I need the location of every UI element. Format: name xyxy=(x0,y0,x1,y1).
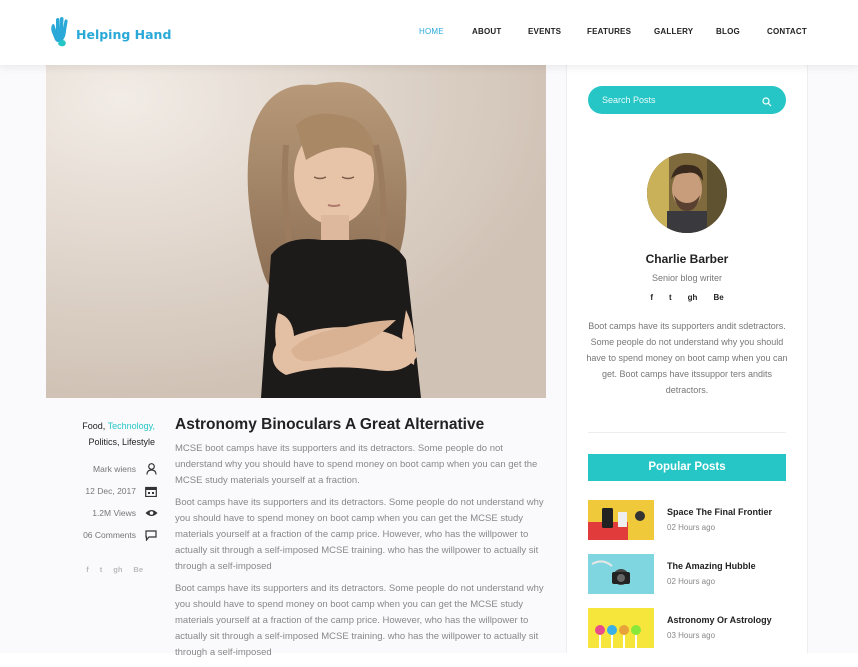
github-icon[interactable]: gh xyxy=(688,293,698,302)
post-thumbnail[interactable] xyxy=(588,554,654,594)
post-paragraph: MCSE boot camps have its supporters and … xyxy=(175,443,538,486)
popular-post-time: 02 Hours ago xyxy=(667,577,716,586)
facebook-icon[interactable]: f xyxy=(86,565,89,574)
search-icon[interactable] xyxy=(762,94,772,112)
post-paragraph: Boot camps have its supporters and its d… xyxy=(175,497,544,572)
post-share-social: f t gh Be xyxy=(86,565,143,574)
nav-home[interactable]: HOME xyxy=(419,27,444,36)
post-featured-image[interactable] xyxy=(46,65,546,398)
main-nav: HOME ABOUT EVENTS FEATURES GALLERY BLOG … xyxy=(0,27,858,39)
post-thumbnail[interactable] xyxy=(588,608,654,648)
meta-date-text: 12 Dec, 2017 xyxy=(85,486,136,496)
category-technology[interactable]: Technology, xyxy=(108,421,155,431)
sidebar: Charlie Barber Senior blog writer f t gh… xyxy=(566,65,808,653)
twitter-icon[interactable]: t xyxy=(100,565,103,574)
popular-post-time: 03 Hours ago xyxy=(667,631,716,640)
meta-views-text: 1.2M Views xyxy=(92,508,136,518)
post-thumbnail[interactable] xyxy=(588,500,654,540)
search-input[interactable] xyxy=(600,94,754,106)
behance-icon[interactable]: Be xyxy=(713,293,723,302)
nav-contact[interactable]: CONTACT xyxy=(767,27,807,36)
popular-posts-heading: Popular Posts xyxy=(588,454,786,481)
meta-author-text: Mark wiens xyxy=(93,464,136,474)
popular-post-title[interactable]: Astronomy Or Astrology xyxy=(667,615,772,625)
post-title[interactable]: Astronomy Binoculars A Great Alternative xyxy=(175,416,547,434)
nav-features[interactable]: FEATURES xyxy=(587,27,631,36)
meta-author[interactable]: Mark wiens xyxy=(46,462,158,476)
meta-comments-text: 06 Comments xyxy=(83,530,136,540)
search-box xyxy=(588,86,786,114)
comment-icon xyxy=(144,529,158,541)
eye-icon xyxy=(144,509,158,517)
popular-post-time: 02 Hours ago xyxy=(667,523,716,532)
meta-date[interactable]: 12 Dec, 2017 xyxy=(46,484,158,498)
popular-post-item[interactable]: Space The Final Frontier 02 Hours ago xyxy=(588,500,786,540)
popular-post-item[interactable]: The Amazing Hubble 02 Hours ago xyxy=(588,554,786,594)
nav-blog[interactable]: BLOG xyxy=(716,27,740,36)
category-lifestyle[interactable]: Lifestyle xyxy=(122,437,155,447)
nav-about[interactable]: ABOUT xyxy=(472,27,501,36)
sidebar-divider xyxy=(588,432,786,433)
author-name: Charlie Barber xyxy=(645,252,729,266)
category-food[interactable]: Food, xyxy=(82,421,105,431)
calendar-icon xyxy=(144,486,158,497)
meta-views[interactable]: 1.2M Views xyxy=(46,506,158,520)
author-role: Senior blog writer xyxy=(651,273,723,283)
popular-post-title[interactable]: Space The Final Frontier xyxy=(667,507,772,517)
author-photo-illustration xyxy=(647,153,727,233)
post-article: Astronomy Binoculars A Great Alternative… xyxy=(175,416,547,667)
behance-icon[interactable]: Be xyxy=(133,565,143,574)
site-header: Helping Hand HOME ABOUT EVENTS FEATURES … xyxy=(0,0,858,65)
meta-comments[interactable]: 06 Comments xyxy=(46,528,158,542)
nav-gallery[interactable]: GALLERY xyxy=(654,27,693,36)
popular-post-item[interactable]: Astronomy Or Astrology 03 Hours ago xyxy=(588,608,786,648)
github-icon[interactable]: gh xyxy=(113,565,122,574)
category-politics[interactable]: Politics, xyxy=(88,437,119,447)
post-categories: Food, Technology, Politics, Lifestyle xyxy=(45,418,155,450)
facebook-icon[interactable]: f xyxy=(650,293,653,302)
post-paragraph: Boot camps have its supporters and its d… xyxy=(175,583,544,658)
popular-post-title[interactable]: The Amazing Hubble xyxy=(667,561,756,571)
author-social-links: f t gh Be xyxy=(567,293,807,302)
girl-photo-illustration xyxy=(46,65,546,398)
author-avatar xyxy=(647,153,727,233)
nav-events[interactable]: EVENTS xyxy=(528,27,561,36)
author-bio: Boot camps have its supporters andit sde… xyxy=(586,321,788,395)
twitter-icon[interactable]: t xyxy=(669,293,672,302)
main-column: Food, Technology, Politics, Lifestyle Ma… xyxy=(45,65,546,658)
user-icon xyxy=(144,463,158,475)
